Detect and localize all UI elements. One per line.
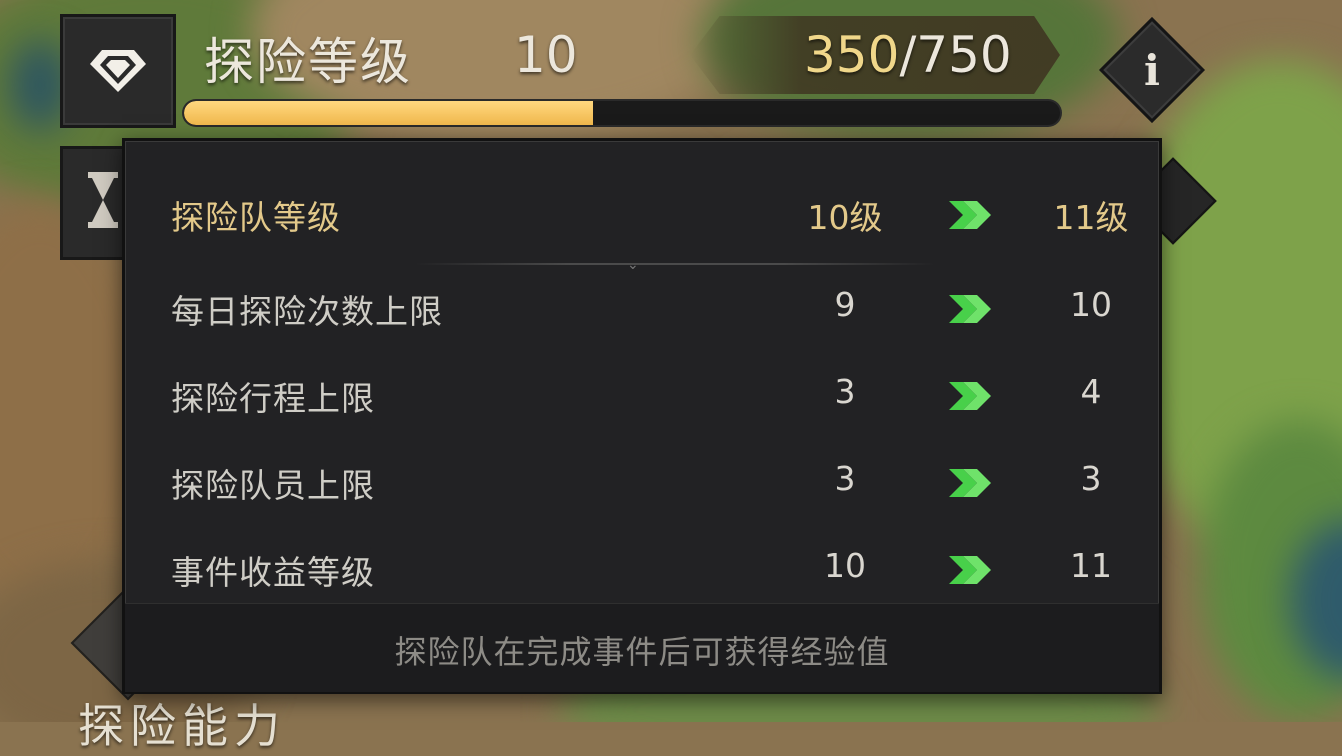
level-emblem [60,14,176,128]
row-current-value: 10 [824,546,866,585]
exp-separator: / [899,26,917,84]
chevron-down-icon: ⌄ [627,257,639,273]
panel-row-event-reward-level: 事件收益等级 10 11 [125,540,1159,600]
double-chevron-right-icon [949,382,991,410]
ability-label: 探险能力 [78,699,286,753]
row-next-value: 10 [1070,285,1112,324]
exp-progress-bar [184,101,1060,125]
row-label: 探险队员上限 [171,466,375,505]
exploration-level-bar: 探险等级 10 350/750 i [0,0,1342,140]
row-current-value: 3 [834,372,856,411]
exp-total: 750 [916,26,1012,84]
exp-counter: 350/750 [804,26,1012,84]
panel-footer-hint: 探险队在完成事件后可获得经验值 [394,633,890,671]
row-next-value: 11 [1070,546,1112,585]
hourglass-icon [88,172,118,228]
row-next-value: 4 [1080,372,1102,411]
level-value: 10 [514,26,578,84]
panel-row-trip-limit: 探险行程上限 3 4 [125,366,1159,426]
exp-progress-fill [184,101,593,125]
row-current-value: 10级 [807,198,883,237]
double-chevron-right-icon [949,201,991,229]
row-label: 探险队等级 [171,198,341,237]
panel-row-member-limit: 探险队员上限 3 3 [125,453,1159,513]
row-label: 事件收益等级 [171,553,375,592]
info-icon[interactable]: i [1100,18,1204,122]
diamond-emblem-icon [90,50,146,92]
row-next-value: 3 [1080,459,1102,498]
double-chevron-right-icon [949,469,991,497]
row-next-value: 11级 [1053,198,1129,237]
level-title: 探险等级 [204,33,412,91]
panel-divider [415,263,935,265]
panel-row-team-level: 探险队等级 10级 11级 [125,185,1159,245]
double-chevron-right-icon [949,295,991,323]
row-current-value: 3 [834,459,856,498]
exp-current: 350 [804,26,900,84]
row-current-value: 9 [834,285,856,324]
double-chevron-right-icon [949,556,991,584]
panel-row-daily-limit: 每日探险次数上限 9 10 [125,279,1159,339]
row-label: 探险行程上限 [171,379,375,418]
row-label: 每日探险次数上限 [171,292,443,331]
level-upgrade-panel: 探险队等级 10级 11级 ⌄ 每日探险次数上限 9 10 探险行程上限 3 4… [122,138,1162,694]
